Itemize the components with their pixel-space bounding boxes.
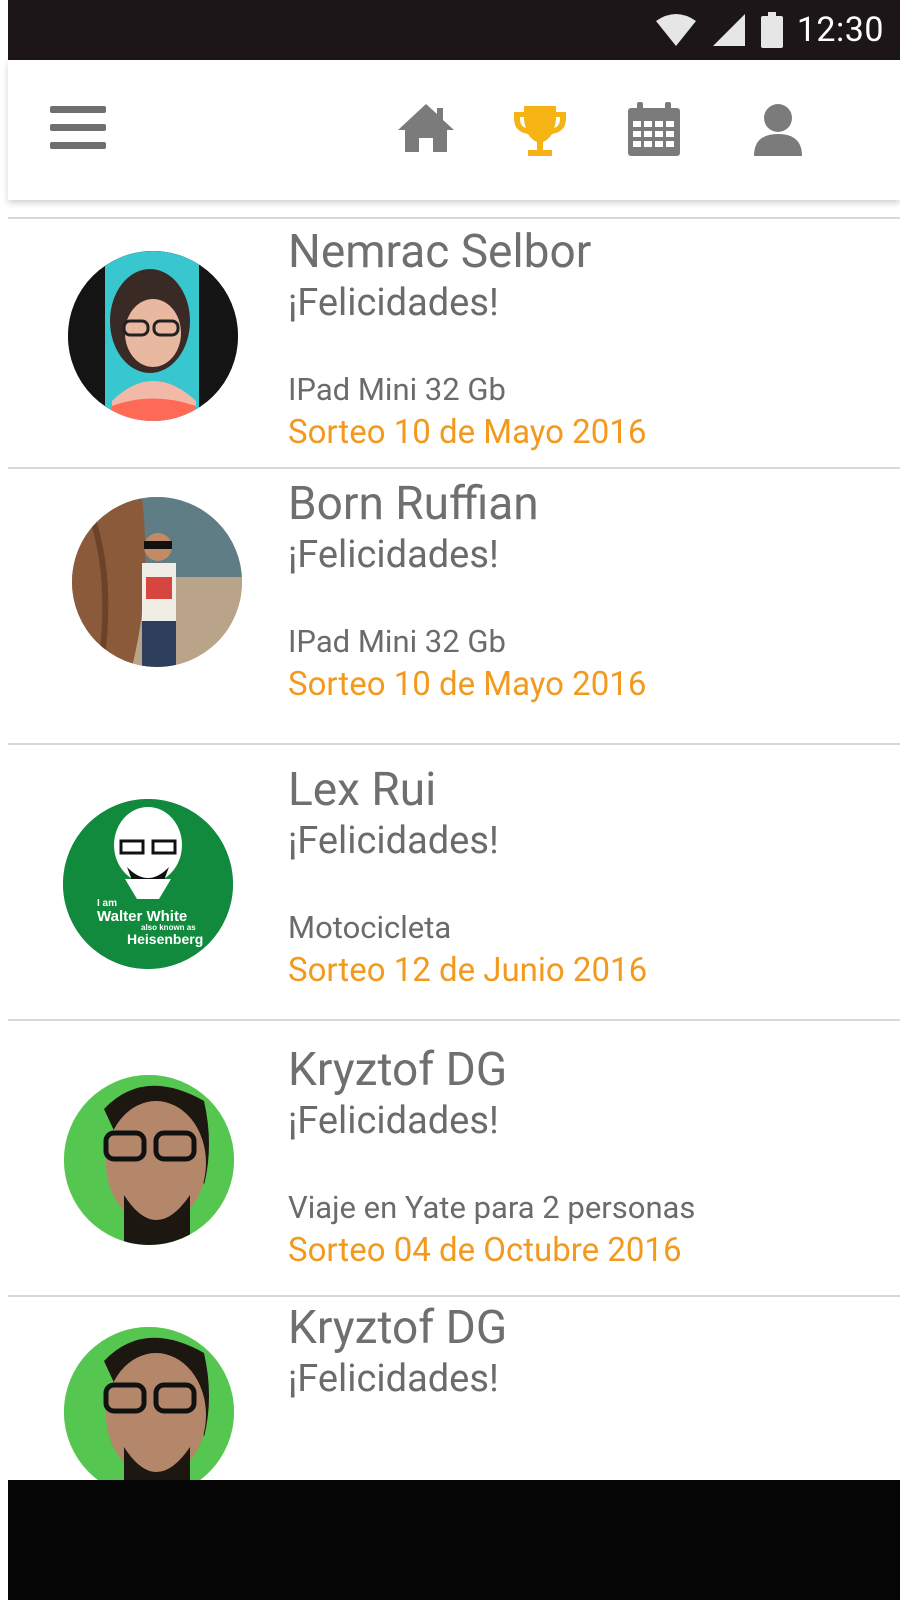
menu-icon-bar [50,106,106,113]
winner-draw-date: Sorteo 12 de Junio 2016 [288,951,648,990]
status-time: 12:30 [796,10,884,50]
winner-item[interactable]: Nemrac Selbor ¡Felicidades! IPad Mini 32… [8,217,900,469]
menu-icon-bar [50,142,106,149]
winner-message: ¡Felicidades! [288,1099,499,1143]
calendar-icon[interactable] [622,98,686,162]
trophy-icon[interactable] [508,98,572,162]
avatar-caption: I am Walter White also known as Heisenbe… [83,899,233,947]
avatar-photo [68,251,238,421]
avatar-caption-line: Heisenberg [127,931,204,947]
winner-message: ¡Felicidades! [288,533,499,577]
winner-name: Lex Rui [288,763,437,817]
battery-icon [760,12,783,48]
winner-avatar [72,497,242,667]
winner-avatar [68,251,238,421]
winner-name: Nemrac Selbor [288,225,592,279]
avatar-photo [72,497,242,667]
avatar-photo [64,1327,234,1480]
winner-draw-date: Sorteo 10 de Mayo 2016 [288,413,647,452]
winner-prize: IPad Mini 32 Gb [288,623,506,660]
winner-draw-date: Sorteo 10 de Mayo 2016 [288,665,647,704]
winner-prize: Motocicleta [288,909,452,946]
winner-item[interactable]: Kryztof DG ¡Felicidades! Viaje en Yate p… [8,1019,900,1297]
winner-message: ¡Felicidades! [288,281,499,325]
winner-item[interactable]: Born Ruffian ¡Felicidades! IPad Mini 32 … [8,467,900,745]
menu-icon-bar [50,124,106,131]
winner-avatar: I am Walter White also known as Heisenbe… [63,799,233,969]
winner-item[interactable]: I am Walter White also known as Heisenbe… [8,743,900,1021]
menu-button[interactable] [50,106,106,154]
winner-name: Kryztof DG [288,1301,508,1355]
winner-prize: IPad Mini 32 Gb [288,371,506,408]
winners-list: Nemrac Selbor ¡Felicidades! IPad Mini 32… [8,200,900,1480]
signal-icon [712,14,745,46]
winner-name: Kryztof DG [288,1043,508,1097]
winner-prize: Viaje en Yate para 2 personas [288,1189,696,1226]
winner-avatar [64,1327,234,1480]
app-bar [8,60,900,200]
home-icon[interactable] [394,98,458,162]
winner-message: ¡Felicidades! [288,819,499,863]
winner-avatar [64,1075,234,1245]
wifi-icon [655,14,696,46]
status-bar: 12:30 [8,0,900,60]
status-icons: 12:30 [655,8,884,52]
navigation-bar [8,1480,900,1600]
user-icon[interactable] [746,98,810,162]
avatar-photo [64,1075,234,1245]
winner-name: Born Ruffian [288,477,539,531]
left-edge [0,0,8,1600]
winner-message: ¡Felicidades! [288,1357,499,1401]
winner-item[interactable]: Kryztof DG ¡Felicidades! [8,1295,900,1480]
winner-draw-date: Sorteo 04 de Octubre 2016 [288,1231,682,1270]
avatar-caption-line: Walter White [97,908,188,925]
